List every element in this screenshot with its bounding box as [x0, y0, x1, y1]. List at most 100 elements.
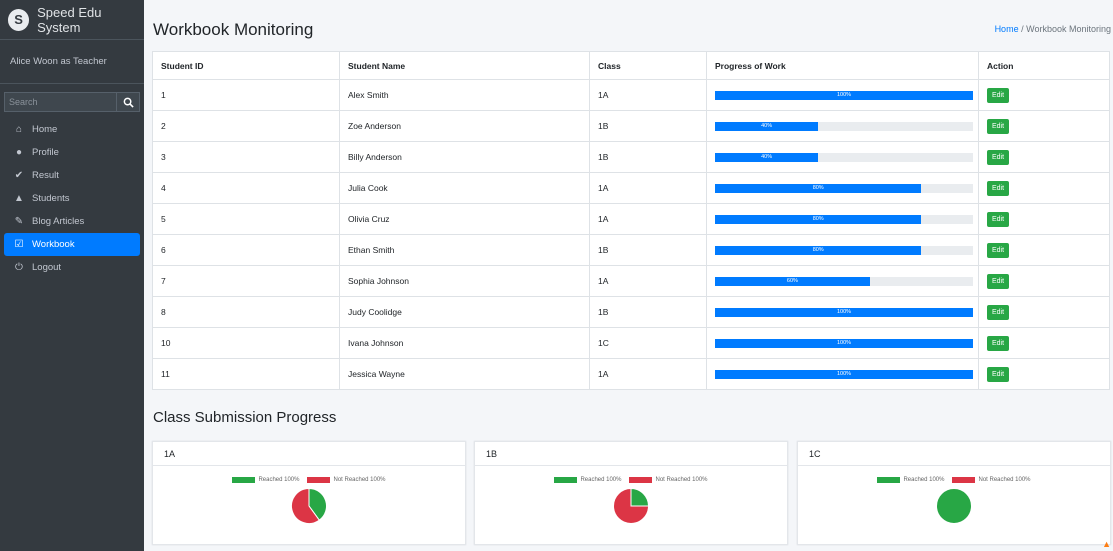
edit-button[interactable]: Edit: [987, 87, 1010, 103]
edit-button[interactable]: Edit: [987, 304, 1010, 320]
legend-item-not-reached[interactable]: Not Reached 100%: [952, 477, 1031, 483]
progress-track: 80%: [715, 183, 973, 193]
cell-progress: 40%: [706, 110, 979, 142]
sidebar-item-home[interactable]: ⌂ Home: [4, 118, 140, 141]
cell-action: Edit: [978, 327, 1110, 359]
sidebar-item-profile[interactable]: ● Profile: [4, 141, 140, 164]
edit-button[interactable]: Edit: [987, 335, 1010, 351]
progress-bar: 100%: [715, 338, 973, 348]
edit-button[interactable]: Edit: [987, 366, 1010, 382]
cell-class: 1B: [589, 110, 707, 142]
cell-action: Edit: [978, 79, 1110, 111]
legend-label-not-reached: Not Reached 100%: [655, 477, 708, 483]
edit-icon: ✎: [14, 216, 24, 227]
edit-button[interactable]: Edit: [987, 211, 1010, 227]
graduation-cap-icon: ▲: [14, 193, 24, 204]
pie-chart: [936, 488, 972, 524]
sidebar-item-students[interactable]: ▲ Students: [4, 187, 140, 210]
cell-class: 1A: [589, 358, 707, 390]
cell-student-id: 10: [152, 327, 340, 359]
sidebar-item-label: Home: [32, 124, 58, 135]
cell-student-name: Jessica Wayne: [339, 358, 590, 390]
table-row: 8 Judy Coolidge 1B 100% Edit: [152, 296, 1110, 328]
cell-student-name: Sophia Johnson: [339, 265, 590, 297]
chart-legend: Reached 100% Not Reached 100%: [798, 477, 1110, 483]
breadcrumb-current: Workbook Monitoring: [1026, 24, 1111, 34]
column-header-action: Action: [978, 51, 1110, 80]
search-button[interactable]: [116, 92, 140, 112]
legend-swatch-not-reached: [307, 477, 331, 483]
cell-progress: 100%: [706, 358, 979, 390]
pie-slice-reached[interactable]: [936, 488, 972, 524]
legend-swatch-reached: [232, 477, 256, 483]
brand-text: Speed Edu System: [37, 4, 102, 35]
progress-bar: 80%: [715, 245, 922, 255]
pie-slice-reached[interactable]: [630, 487, 650, 507]
brand[interactable]: S Speed Edu System: [0, 0, 144, 40]
sidebar-item-result[interactable]: ✔ Result: [4, 164, 140, 187]
legend-label-reached: Reached 100%: [580, 477, 622, 483]
sidebar-item-label: Profile: [32, 147, 59, 158]
progress-track: 100%: [715, 307, 973, 317]
cell-action: Edit: [978, 172, 1110, 204]
cell-action: Edit: [978, 234, 1110, 266]
sidebar-search: [4, 92, 140, 112]
sidebar-item-blog-articles[interactable]: ✎ Blog Articles: [4, 210, 140, 233]
edit-button[interactable]: Edit: [987, 118, 1010, 134]
cell-student-name: Zoe Anderson: [339, 110, 590, 142]
progress-track: 40%: [715, 152, 973, 162]
breadcrumb-home-link[interactable]: Home: [995, 24, 1019, 34]
cell-class: 1A: [589, 79, 707, 111]
column-header-progress: Progress of Work: [706, 51, 979, 80]
cell-student-name: Ethan Smith: [339, 234, 590, 266]
legend-item-not-reached[interactable]: Not Reached 100%: [629, 477, 708, 483]
user-panel[interactable]: Alice Woon as Teacher: [0, 40, 144, 84]
cell-class: 1B: [589, 234, 707, 266]
cell-class: 1A: [589, 172, 707, 204]
table-row: 3 Billy Anderson 1B 40% Edit: [152, 141, 1110, 173]
search-input[interactable]: [4, 92, 116, 112]
progress-bar: 40%: [715, 152, 819, 162]
edit-button[interactable]: Edit: [987, 149, 1010, 165]
sidebar-item-logout[interactable]: ⏻ Logout: [4, 256, 140, 279]
progress-bar: 80%: [715, 183, 922, 193]
cell-progress: 80%: [706, 172, 979, 204]
sidebar-item-workbook[interactable]: ☑ Workbook: [4, 233, 140, 256]
edit-button[interactable]: Edit: [987, 180, 1010, 196]
cell-student-name: Judy Coolidge: [339, 296, 590, 328]
user-icon: ●: [15, 147, 23, 158]
progress-bar: 80%: [715, 214, 922, 224]
sidebar-item-label: Students: [32, 193, 70, 204]
table-row: 4 Julia Cook 1A 80% Edit: [152, 172, 1110, 204]
power-icon: ⏻: [15, 262, 23, 273]
table-row: 10 Ivana Johnson 1C 100% Edit: [152, 327, 1110, 359]
progress-bar: 100%: [715, 369, 973, 379]
table-header-row: Student ID Student Name Class Progress o…: [152, 51, 1110, 80]
cell-action: Edit: [978, 358, 1110, 390]
cell-class: 1B: [589, 296, 707, 328]
legend-swatch-not-reached: [952, 477, 976, 483]
card-header: 1B: [475, 442, 787, 466]
pie-chart: [613, 487, 650, 524]
edit-button[interactable]: Edit: [987, 242, 1010, 258]
legend-item-not-reached[interactable]: Not Reached 100%: [307, 477, 386, 483]
cell-student-id: 2: [152, 110, 340, 142]
progress-bar: 100%: [715, 90, 973, 100]
cell-student-name: Billy Anderson: [339, 141, 590, 173]
sidebar-item-label: Workbook: [32, 239, 75, 250]
legend-item-reached[interactable]: Reached 100%: [232, 477, 299, 483]
legend-item-reached[interactable]: Reached 100%: [554, 477, 621, 483]
progress-track: 100%: [715, 90, 973, 100]
edit-button[interactable]: Edit: [987, 273, 1010, 289]
class-progress-card: 1A Reached 100% Not Reached 100%: [152, 441, 466, 545]
legend-item-reached[interactable]: Reached 100%: [877, 477, 944, 483]
cell-student-id: 8: [152, 296, 340, 328]
column-header-student-name: Student Name: [339, 51, 590, 80]
cell-student-name: Julia Cook: [339, 172, 590, 204]
card-header: 1C: [798, 442, 1110, 466]
user-name[interactable]: Alice Woon as Teacher: [10, 56, 107, 67]
scroll-top-icon[interactable]: ▲: [1102, 539, 1111, 549]
cell-student-id: 5: [152, 203, 340, 235]
cell-progress: 80%: [706, 203, 979, 235]
column-header-student-id: Student ID: [152, 51, 340, 80]
